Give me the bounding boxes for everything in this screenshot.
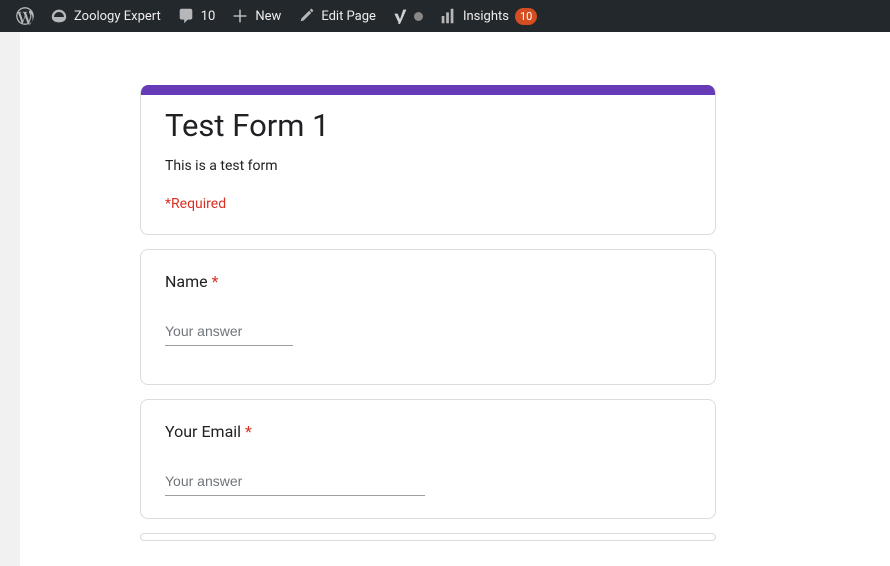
edit-page-label: Edit Page (321, 9, 376, 24)
insights-badge: 10 (515, 8, 537, 25)
required-note: *Required (165, 196, 691, 212)
wp-admin-bar: Zoology Expert 10 New Edit Page Insights… (0, 0, 890, 32)
wp-logo-item[interactable] (8, 0, 42, 32)
pencil-icon (297, 7, 315, 25)
form-header-card: Test Form 1 This is a test form *Require… (140, 85, 716, 235)
question-label: Your Email * (165, 422, 691, 441)
question-card-partial (140, 533, 716, 541)
required-asterisk: * (212, 272, 219, 291)
site-title: Zoology Expert (74, 9, 161, 24)
form-description: This is a test form (165, 158, 691, 174)
content-area: Test Form 1 This is a test form *Require… (20, 32, 890, 566)
name-input[interactable] (165, 319, 293, 346)
question-card-name: Name * (140, 249, 716, 385)
plus-icon (231, 7, 249, 25)
yoast-item[interactable] (384, 0, 431, 32)
question-text: Name (165, 272, 208, 291)
wordpress-logo-icon (16, 7, 34, 25)
google-form: Test Form 1 This is a test form *Require… (140, 85, 716, 541)
insights-item[interactable]: Insights 10 (431, 0, 545, 32)
yoast-icon (392, 8, 408, 24)
page-body: Test Form 1 This is a test form *Require… (0, 32, 890, 566)
question-text: Your Email (165, 422, 241, 441)
form-title: Test Form 1 (165, 107, 691, 144)
edit-page-item[interactable]: Edit Page (289, 0, 384, 32)
comments-count: 10 (201, 9, 216, 24)
question-label: Name * (165, 272, 691, 291)
status-dot-icon (414, 12, 423, 21)
bar-chart-icon (439, 7, 457, 25)
comment-icon (177, 7, 195, 25)
left-gutter (0, 32, 20, 566)
dashboard-icon (50, 7, 68, 25)
question-card-email: Your Email * (140, 399, 716, 519)
site-name-item[interactable]: Zoology Expert (42, 0, 169, 32)
new-label: New (255, 9, 281, 24)
insights-label: Insights (463, 9, 509, 24)
required-asterisk: * (245, 422, 252, 441)
email-input[interactable] (165, 469, 425, 496)
comments-item[interactable]: 10 (169, 0, 224, 32)
new-content-item[interactable]: New (223, 0, 289, 32)
